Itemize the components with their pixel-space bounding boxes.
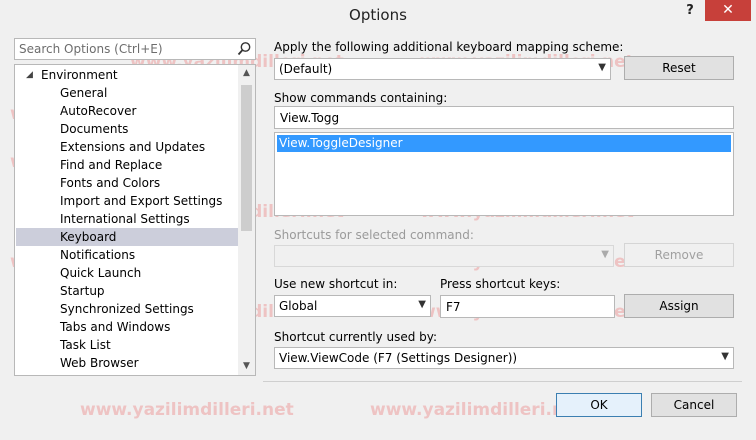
tree-item[interactable]: General xyxy=(16,84,238,102)
search-icon[interactable] xyxy=(236,40,252,58)
search-placeholder: Search Options (Ctrl+E) xyxy=(19,42,163,56)
tree-item[interactable]: Task List xyxy=(16,336,238,354)
command-filter-input[interactable]: View.Togg xyxy=(274,106,734,129)
command-list[interactable]: View.ToggleDesigner xyxy=(274,132,734,216)
tree-item[interactable]: Find and Replace xyxy=(16,156,238,174)
current-usage-select[interactable]: View.ViewCode (F7 (Settings Designer)) ▼ xyxy=(274,347,734,369)
tree-item[interactable]: Notifications xyxy=(16,246,238,264)
expand-arrow-icon[interactable]: ◢ xyxy=(26,66,33,84)
tree-item-label: Quick Launch xyxy=(60,266,142,280)
chevron-down-icon: ▼ xyxy=(721,351,729,362)
tree-item-label: Keyboard xyxy=(60,230,117,244)
tree-item[interactable]: Documents xyxy=(16,120,238,138)
keys-label: Press shortcut keys: xyxy=(440,277,561,291)
mapping-label: Apply the following additional keyboard … xyxy=(274,40,624,54)
help-button[interactable]: ? xyxy=(680,3,700,23)
tree-item[interactable]: Import and Export Settings xyxy=(16,192,238,210)
ok-button[interactable]: OK xyxy=(556,393,642,417)
scope-label: Use new shortcut in: xyxy=(274,277,398,291)
tree-item[interactable]: Web Browser xyxy=(16,354,238,372)
tree-item-label: Web Browser xyxy=(60,356,139,370)
tree-scrollbar[interactable]: ▲ ▼ xyxy=(238,65,255,375)
chevron-down-icon: ▼ xyxy=(418,299,426,310)
tree-item[interactable]: Tabs and Windows xyxy=(16,318,238,336)
footer-divider xyxy=(263,381,742,382)
tree-item-label: Tabs and Windows xyxy=(60,320,171,334)
scroll-up-icon[interactable]: ▲ xyxy=(238,65,255,82)
tree-node-environment[interactable]: ◢ Environment xyxy=(16,66,238,84)
tree-item-label: International Settings xyxy=(60,212,190,226)
chevron-down-icon: ▼ xyxy=(598,62,606,73)
shortcuts-select[interactable]: ▼ xyxy=(274,245,614,267)
cancel-button[interactable]: Cancel xyxy=(651,393,737,417)
tree-item-label: Import and Export Settings xyxy=(60,194,223,208)
title-bar: Options ? ✕ xyxy=(0,0,756,30)
tree-item-label: Startup xyxy=(60,284,105,298)
tree-viewport: ◢ Environment General AutoRecover Document… xyxy=(15,65,239,375)
tree-node-label: Environment xyxy=(41,68,118,82)
tree-item-label: Extensions and Updates xyxy=(60,140,206,154)
command-filter-value: View.Togg xyxy=(280,111,340,125)
current-usage-value: View.ViewCode (F7 (Settings Designer)) xyxy=(279,351,518,365)
scope-value: Global xyxy=(279,299,318,313)
current-usage-label: Shortcut currently used by: xyxy=(274,330,438,344)
tree-item-label: AutoRecover xyxy=(60,104,137,118)
tree-item[interactable]: Quick Launch xyxy=(16,264,238,282)
remove-button[interactable]: Remove xyxy=(624,243,734,267)
scroll-down-icon[interactable]: ▼ xyxy=(238,358,255,375)
search-input[interactable]: Search Options (Ctrl+E) xyxy=(14,38,256,60)
list-item[interactable]: View.ToggleDesigner xyxy=(277,135,731,152)
tree-item[interactable]: AutoRecover xyxy=(16,102,238,120)
shortcut-keys-value: F7 xyxy=(446,300,461,314)
tree-item-label: Fonts and Colors xyxy=(60,176,161,190)
mapping-scheme-select[interactable]: (Default) ▼ xyxy=(274,58,611,80)
tree-item-label: General xyxy=(60,86,108,100)
tree-item[interactable]: Startup xyxy=(16,282,238,300)
chevron-down-icon: ▼ xyxy=(601,249,609,260)
tree-item[interactable]: Synchronized Settings xyxy=(16,300,238,318)
reset-button[interactable]: Reset xyxy=(624,56,734,80)
options-tree[interactable]: ◢ Environment General AutoRecover Document… xyxy=(14,64,256,376)
watermark-text: www.yazilimdilleri.net xyxy=(80,400,294,420)
tree-item[interactable]: International Settings xyxy=(16,210,238,228)
shortcuts-label: Shortcuts for selected command: xyxy=(274,228,474,242)
mapping-scheme-value: (Default) xyxy=(279,62,333,76)
assign-button[interactable]: Assign xyxy=(624,294,734,318)
tree-item-label: Find and Replace xyxy=(60,158,163,172)
tree-item-label: Documents xyxy=(60,122,129,136)
close-button[interactable]: ✕ xyxy=(705,0,751,21)
window-title: Options xyxy=(349,6,407,24)
tree-item-label: Notifications xyxy=(60,248,136,262)
tree-item[interactable]: Fonts and Colors xyxy=(16,174,238,192)
tree-item[interactable]: Extensions and Updates xyxy=(16,138,238,156)
scroll-thumb[interactable] xyxy=(241,85,252,231)
commands-label: Show commands containing: xyxy=(274,91,448,105)
watermark-text: www.yazilimdilleri.net xyxy=(370,400,584,420)
shortcut-keys-input[interactable]: F7 xyxy=(440,295,615,318)
scope-select[interactable]: Global ▼ xyxy=(274,295,431,317)
tree-item-label: Synchronized Settings xyxy=(60,302,194,316)
tree-item[interactable]: Keyboard xyxy=(16,228,238,246)
tree-item-label: Task List xyxy=(60,338,111,352)
